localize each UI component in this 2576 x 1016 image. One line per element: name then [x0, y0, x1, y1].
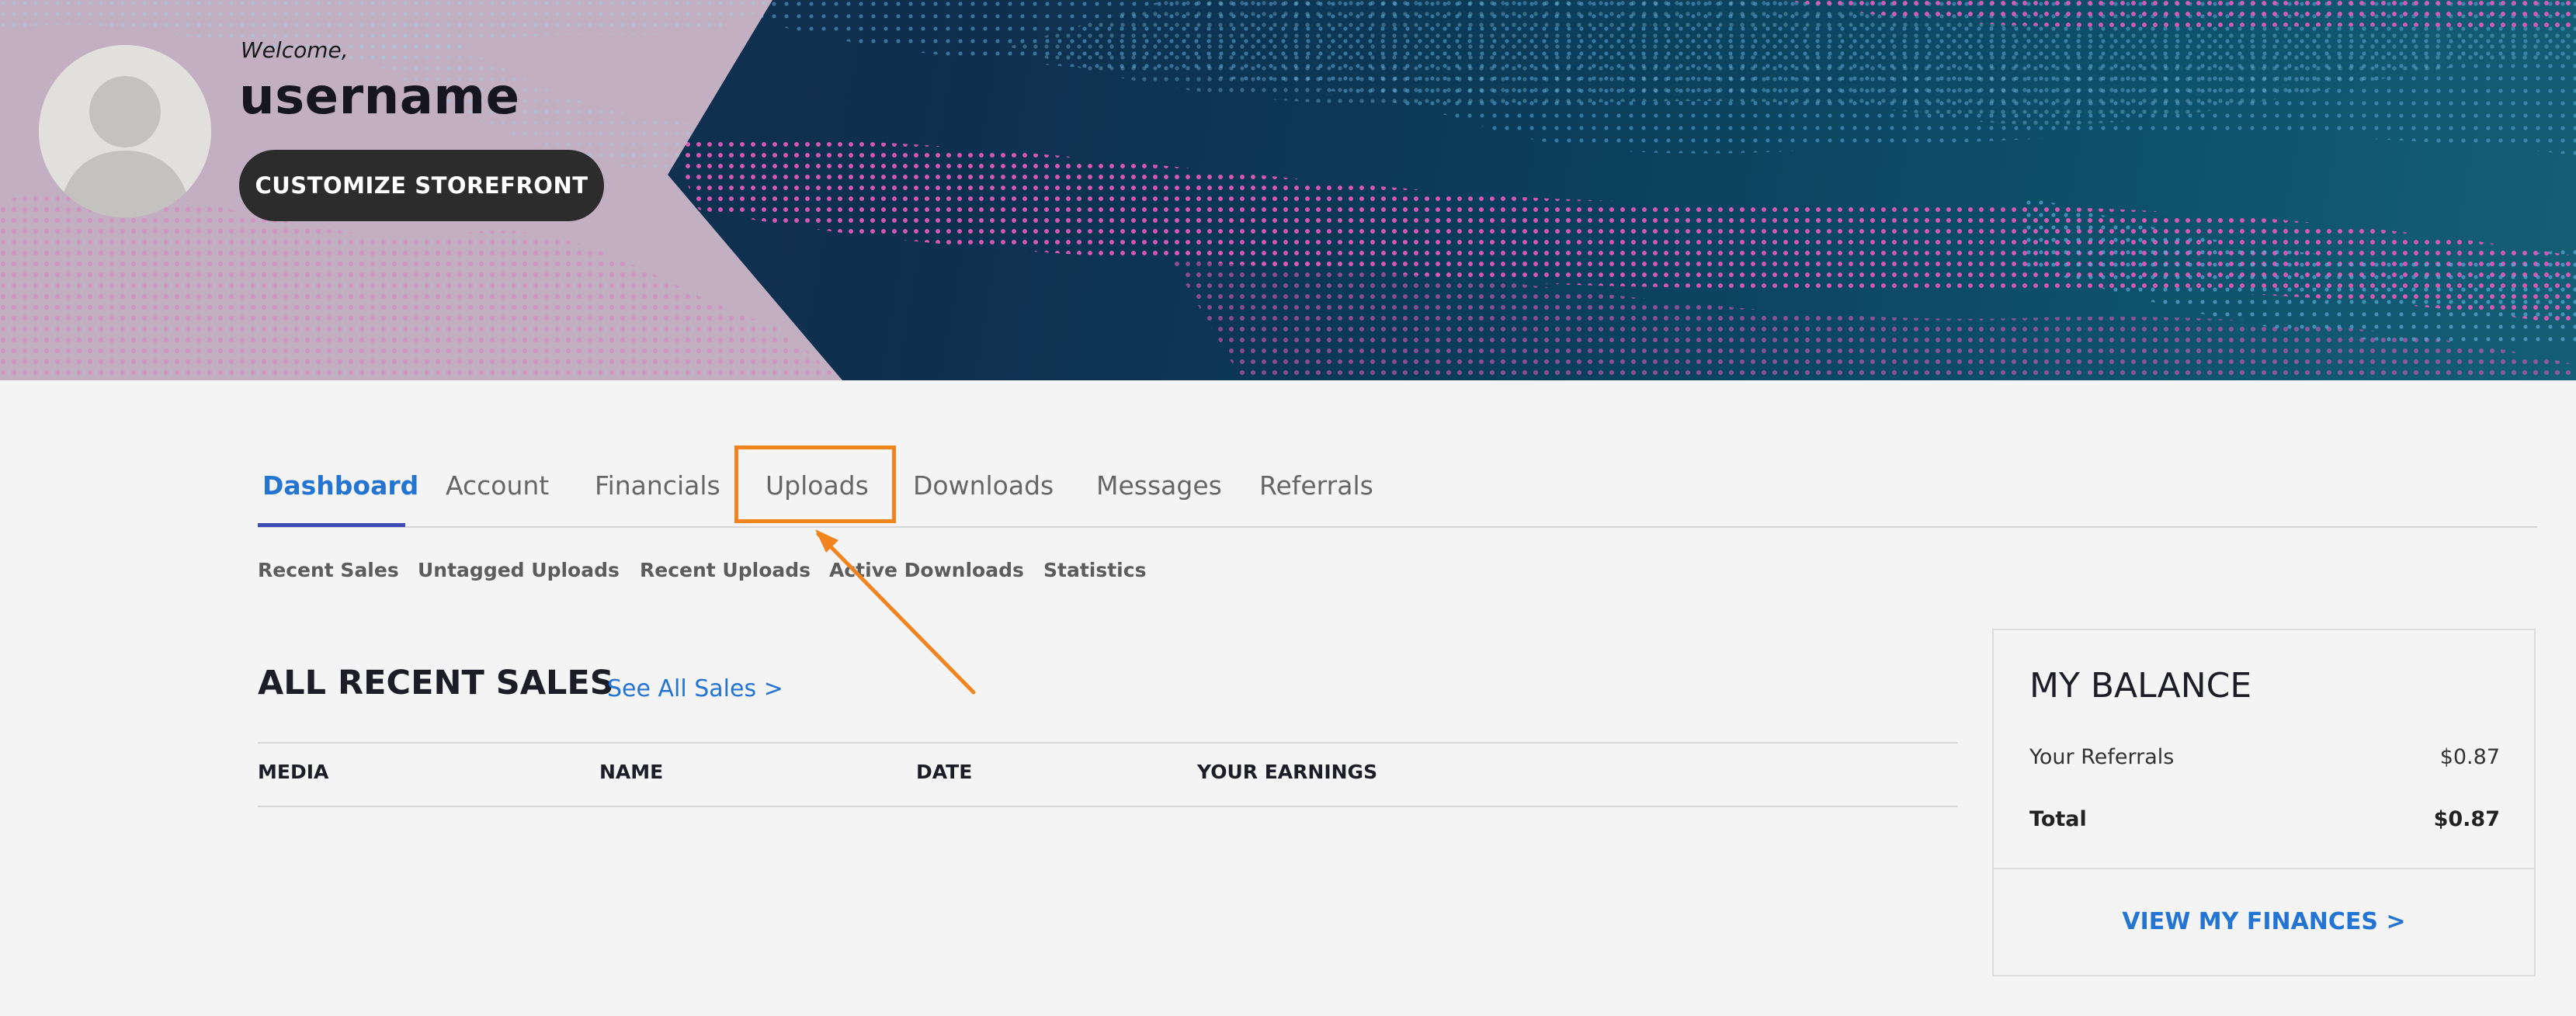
referrals-label: Your Referrals: [2029, 745, 2175, 769]
subtab-recent-uploads[interactable]: Recent Uploads: [640, 559, 811, 581]
uploads-highlight-box: [734, 446, 896, 523]
balance-heading: MY BALANCE: [2029, 666, 2252, 706]
main-tabs: Dashboard Account Financials Uploads Dow…: [258, 458, 2537, 528]
customize-storefront-button[interactable]: CUSTOMIZE STOREFRONT: [239, 150, 604, 221]
referrals-value: $0.87: [2439, 745, 2500, 769]
tab-financials[interactable]: Financials: [595, 458, 720, 526]
welcome-text: Welcome,: [241, 37, 349, 63]
column-header-name[interactable]: NAME: [599, 761, 663, 783]
default-user-silhouette-icon: [39, 45, 211, 217]
subtab-untagged-uploads[interactable]: Untagged Uploads: [418, 559, 620, 581]
balance-divider: [1994, 868, 2534, 869]
view-finances-link[interactable]: VIEW MY FINANCES >: [1994, 908, 2534, 935]
recent-sales-heading: ALL RECENT SALES: [258, 664, 614, 702]
annotation-arrow-icon: [815, 529, 976, 695]
see-all-sales-link[interactable]: See All Sales >: [607, 675, 783, 702]
tab-account[interactable]: Account: [446, 458, 549, 526]
tab-referrals[interactable]: Referrals: [1259, 458, 1373, 526]
total-label: Total: [2029, 807, 2087, 831]
column-header-date[interactable]: DATE: [916, 761, 972, 783]
subtab-statistics[interactable]: Statistics: [1043, 559, 1146, 581]
profile-banner: Welcome, username CUSTOMIZE STOREFRONT: [0, 0, 2576, 380]
column-header-media[interactable]: MEDIA: [258, 761, 328, 783]
tab-dashboard[interactable]: Dashboard: [262, 458, 418, 526]
sales-table-header: MEDIA NAME DATE YOUR EARNINGS: [258, 742, 1958, 807]
tab-messages[interactable]: Messages: [1096, 458, 1222, 526]
balance-card: MY BALANCE Your Referrals $0.87 Total $0…: [1992, 629, 2536, 976]
column-header-earnings[interactable]: YOUR EARNINGS: [1197, 761, 1377, 783]
username-heading: username: [239, 68, 520, 126]
subtab-recent-sales[interactable]: Recent Sales: [258, 559, 399, 581]
active-tab-indicator: [258, 523, 405, 527]
tab-downloads[interactable]: Downloads: [913, 458, 1054, 526]
total-value: $0.87: [2433, 807, 2500, 831]
avatar[interactable]: [39, 45, 211, 217]
